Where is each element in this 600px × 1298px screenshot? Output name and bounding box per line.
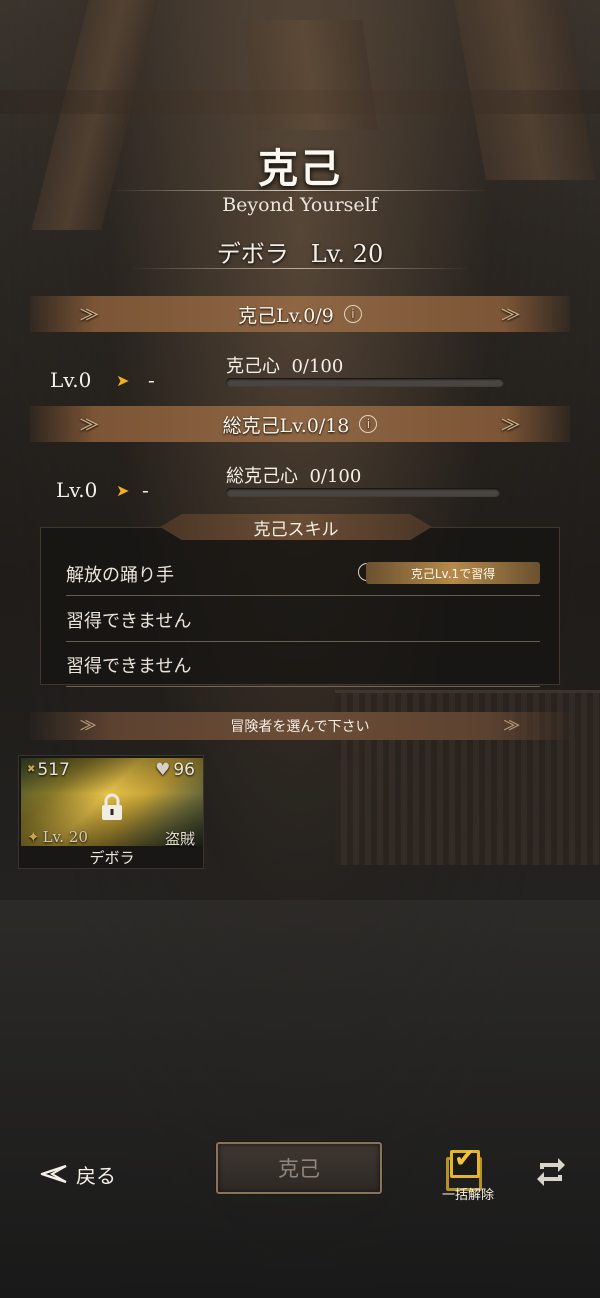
total-overcome-level-header: 総克己Lv.0/18 bbox=[222, 414, 350, 437]
swap-icon[interactable] bbox=[534, 1155, 568, 1189]
ornament-icon: ⨠ bbox=[80, 717, 97, 733]
adventurer-class: 盗賊 bbox=[164, 830, 195, 848]
adventurer-attack-value: 517 bbox=[37, 760, 70, 780]
total-overcome-resource-label: 総克己心 bbox=[226, 466, 298, 487]
overcome-resource-text: 克己心 0/100 bbox=[226, 352, 343, 378]
page-title: 克己 bbox=[258, 145, 342, 192]
back-button[interactable]: 戻る bbox=[38, 1158, 116, 1190]
page-subtitle: Beyond Yourself bbox=[222, 194, 378, 216]
ornament-icon: ⨠ bbox=[501, 414, 520, 433]
overcome-level-row: Lv.0 ➤ - 克己心 0/100 bbox=[0, 352, 600, 402]
skill-header: 克己スキル bbox=[160, 514, 432, 540]
arrow-right-icon: ➤ bbox=[116, 371, 130, 390]
info-icon[interactable]: i bbox=[359, 415, 378, 433]
adventurer-hp: ♥ 96 bbox=[155, 760, 195, 780]
heart-icon: ♥ bbox=[155, 760, 171, 780]
ornament-icon: ⨠ bbox=[501, 304, 520, 323]
overcome-level-band: ⨠ 克己Lv.0/9 i ⨠ bbox=[30, 296, 570, 332]
overcome-progress-bar bbox=[226, 378, 504, 387]
info-icon[interactable]: i bbox=[343, 305, 362, 323]
skill-name: 習得できません bbox=[66, 610, 192, 632]
character-name: デボラ bbox=[216, 240, 289, 268]
check-icon: ✔ bbox=[454, 1144, 476, 1174]
select-adventurer-prompt: 冒険者を選んで下さい bbox=[230, 719, 370, 735]
skill-requirement-badge: 克己Lv.1で習得 bbox=[366, 562, 540, 584]
title-block: 克己 Beyond Yourself bbox=[0, 136, 600, 216]
character-header: デボラ Lv. 20 bbox=[0, 234, 600, 269]
back-arrow-icon bbox=[40, 1164, 67, 1184]
ornament-icon: ⨠ bbox=[503, 717, 520, 733]
ornament-icon: ⨠ bbox=[80, 414, 99, 433]
skill-row[interactable]: 解放の踊り手 i 克己Lv.1で習得 bbox=[66, 552, 540, 596]
skill-row: 習得できません bbox=[66, 598, 540, 642]
skill-name: 習得できません bbox=[66, 655, 192, 677]
total-overcome-level-band: ⨠ 総克己Lv.0/18 i ⨠ bbox=[30, 406, 570, 442]
total-overcome-next-level: - bbox=[142, 478, 149, 502]
overcome-next-level: - bbox=[148, 368, 155, 392]
batch-release-button[interactable]: ✔ 一括解除 bbox=[436, 1144, 500, 1206]
skill-name: 解放の踊り手 bbox=[66, 564, 174, 586]
character-level: Lv. 20 bbox=[310, 240, 384, 268]
attack-icon: ✖ bbox=[27, 764, 36, 775]
overcome-resource-label: 克己心 bbox=[226, 356, 280, 377]
adventurer-level: ✦ Lv. 20 bbox=[27, 828, 88, 846]
adventurer-card[interactable]: ✖ 517 ♥ 96 ✦ Lv. 20 盗賊 デボラ bbox=[18, 755, 204, 869]
select-adventurer-band: ⨠ 冒険者を選んで下さい ⨠ bbox=[30, 712, 570, 740]
total-overcome-resource-text: 総克己心 0/100 bbox=[226, 462, 361, 488]
arrow-right-icon: ➤ bbox=[116, 481, 130, 500]
background-floor bbox=[0, 900, 600, 1298]
total-overcome-progress-bar bbox=[226, 488, 500, 497]
overcome-level-header: 克己Lv.0/9 bbox=[238, 304, 334, 327]
overcome-resource-value: 0/100 bbox=[291, 356, 344, 377]
title-divider bbox=[110, 190, 490, 191]
adventurer-name: デボラ bbox=[89, 849, 135, 867]
back-label: 戻る bbox=[76, 1163, 116, 1188]
adventurer-hp-value: 96 bbox=[173, 760, 195, 780]
level-icon: ✦ bbox=[27, 828, 40, 846]
skill-row: 習得できません bbox=[66, 643, 540, 687]
adventurer-level-value: Lv. 20 bbox=[42, 828, 88, 846]
total-overcome-current-level: Lv.0 bbox=[56, 478, 98, 502]
adventurer-attack: ✖ 517 bbox=[27, 760, 70, 780]
character-divider bbox=[130, 268, 470, 269]
batch-release-label: 一括解除 bbox=[441, 1188, 494, 1203]
lock-icon bbox=[102, 793, 122, 820]
overcome-button[interactable]: 克己 bbox=[216, 1142, 382, 1194]
ornament-icon: ⨠ bbox=[80, 304, 99, 323]
overcome-current-level: Lv.0 bbox=[50, 368, 92, 392]
total-overcome-resource-value: 0/100 bbox=[309, 466, 362, 487]
total-overcome-level-row: Lv.0 ➤ - 総克己心 0/100 bbox=[0, 462, 600, 512]
background-beam bbox=[0, 90, 600, 114]
